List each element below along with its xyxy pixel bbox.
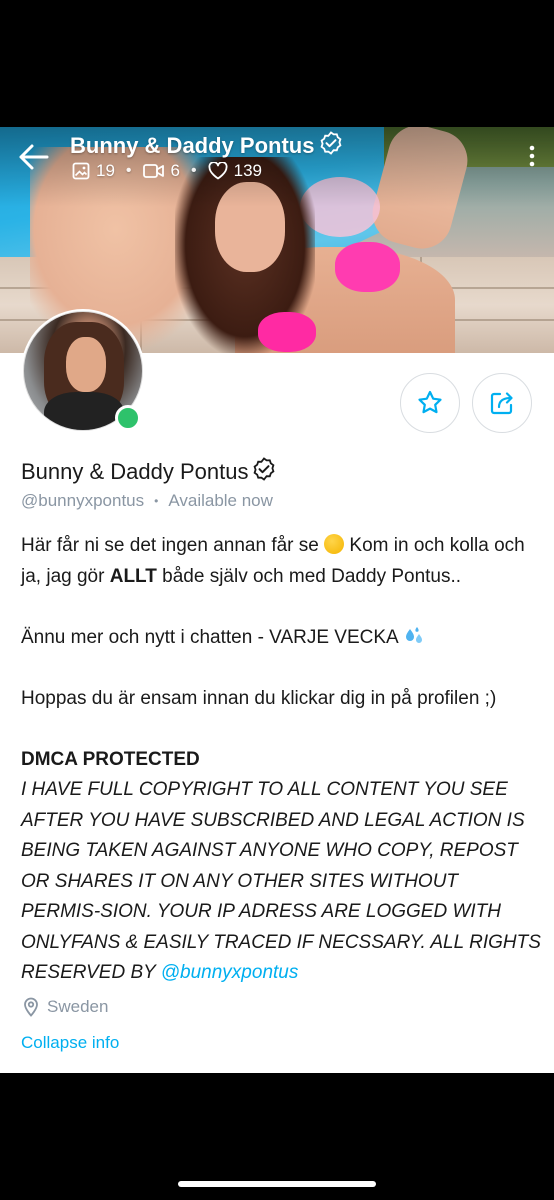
dmca-handle-link[interactable]: @bunnyxpontus (161, 962, 299, 983)
profile-name: Bunny & Daddy Pontus (21, 457, 276, 487)
profile-bio: Här får ni se det ingen annan får se Kom… (21, 531, 541, 989)
more-options-icon[interactable] (528, 145, 536, 167)
dmca-body: I HAVE FULL COPYRIGHT TO ALL CONTENT YOU… (21, 779, 541, 983)
smirk-emoji-icon (324, 534, 345, 554)
stats-separator: • (125, 162, 132, 179)
likes-count: 139 (233, 161, 262, 180)
profile-screen: Bunny & Daddy Pontus 19 • 6 • 139 Bunny … (0, 127, 554, 1073)
video-icon (142, 164, 164, 178)
online-status-dot (115, 405, 141, 431)
profile-name-text: Bunny & Daddy Pontus (21, 459, 249, 484)
bio-text: både själv och med Daddy Pontus.. (156, 565, 462, 587)
verified-badge-icon (252, 457, 276, 487)
share-icon (490, 392, 513, 415)
cover-figure (335, 242, 400, 292)
availability-status: Available now (168, 491, 273, 510)
share-button[interactable] (472, 373, 532, 433)
cover-figure (258, 312, 316, 352)
dmca-text: I HAVE FULL COPYRIGHT TO ALL CONTENT YOU… (21, 775, 541, 989)
star-icon (418, 390, 442, 414)
header-title: Bunny & Daddy Pontus (70, 131, 343, 161)
collapse-info-link[interactable]: Collapse info (21, 1033, 119, 1053)
image-icon (72, 162, 90, 180)
stats-separator: • (191, 162, 197, 179)
profile-handle: @bunnyxpontus (21, 491, 145, 510)
dmca-title: DMCA PROTECTED (21, 748, 200, 770)
photos-stat: 19 (72, 161, 115, 181)
back-arrow-icon[interactable] (18, 143, 50, 171)
bio-paragraph: Hoppas du är ensam innan du klickar dig … (21, 687, 497, 709)
bio-paragraph: Ännu mer och nytt i chatten - VARJE VECK… (21, 623, 541, 654)
header-stats: 19 • 6 • 139 (72, 161, 262, 181)
location-pin-icon (24, 997, 38, 1017)
likes-stat: 139 (208, 161, 262, 181)
photos-count: 19 (96, 161, 115, 180)
bio-paragraph: Här får ni se det ingen annan får se Kom… (21, 531, 541, 592)
location-text: Sweden (47, 997, 109, 1016)
handle-separator: • (154, 494, 159, 508)
handle-row: @bunnyxpontus • Available now (21, 491, 273, 511)
bio-text: Ännu mer och nytt i chatten - VARJE VECK… (21, 626, 403, 648)
videos-count: 6 (170, 161, 180, 180)
sweat-droplets-emoji-icon (405, 626, 422, 643)
favorite-button[interactable] (400, 373, 460, 433)
location: Sweden (23, 997, 108, 1017)
header-title-text: Bunny & Daddy Pontus (70, 133, 315, 158)
bio-bold-text: ALLT (109, 565, 157, 587)
home-indicator[interactable] (178, 1181, 376, 1187)
videos-stat: 6 (142, 161, 180, 181)
heart-icon (208, 162, 228, 180)
verified-badge-icon (319, 131, 343, 161)
bio-text: Här får ni se det ingen annan får se (21, 535, 325, 556)
